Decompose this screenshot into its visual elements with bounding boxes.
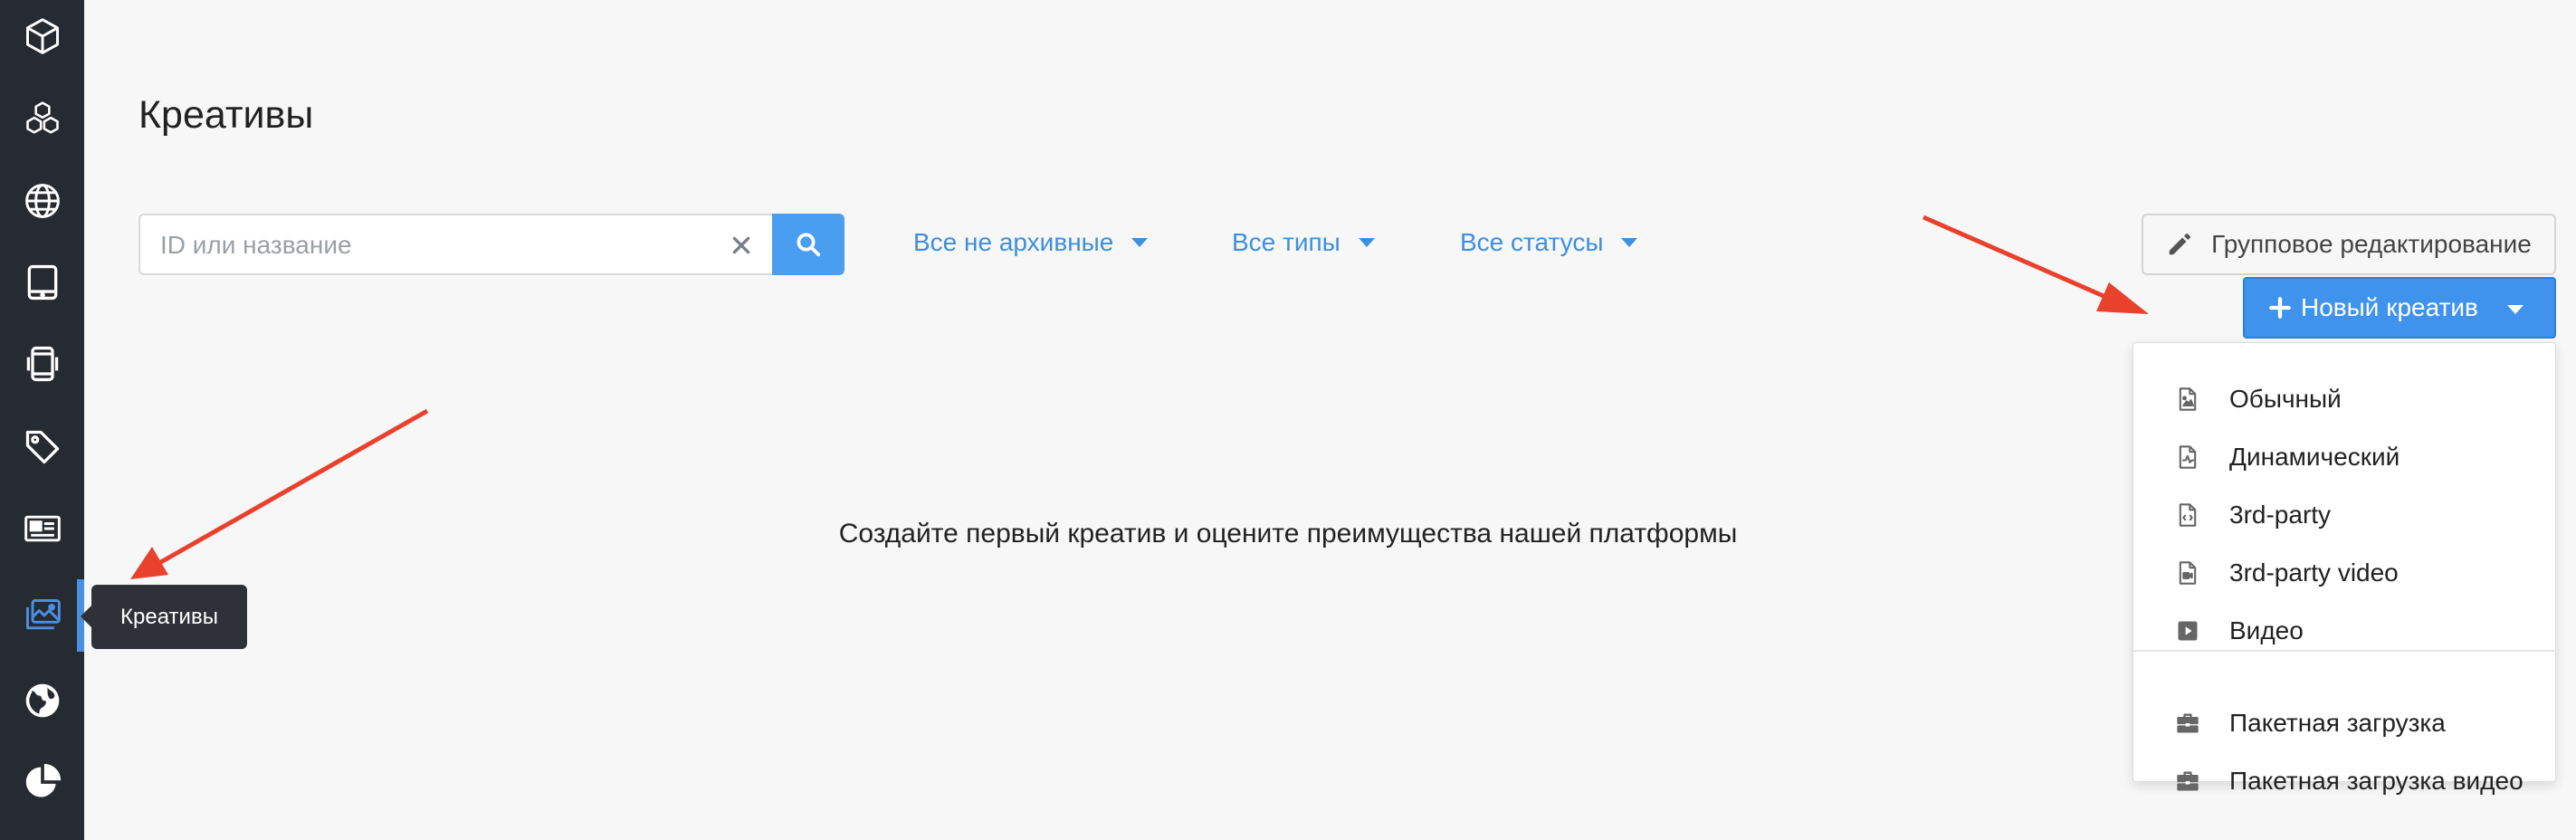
- chevron-down-icon: [1131, 238, 1149, 247]
- play-square-icon: [2178, 621, 2198, 641]
- nav-item-boxes[interactable]: [0, 83, 84, 156]
- filter-archive-label: Все не архивные: [913, 228, 1114, 256]
- nav-item-mobile[interactable]: [0, 328, 84, 400]
- new-creative-label: Новый креатив: [2301, 293, 2478, 321]
- tooltip-label: Креативы: [120, 604, 218, 629]
- search-input[interactable]: [158, 215, 705, 275]
- page-title: Креативы: [138, 93, 314, 137]
- bulk-edit-label: Групповое редактирование: [2211, 230, 2532, 258]
- pencil-icon: [2169, 234, 2191, 255]
- nav-item-box[interactable]: [0, 0, 84, 72]
- file-video-icon: [2179, 561, 2197, 585]
- menu-item-label: Динамический: [2229, 443, 2400, 471]
- briefcase-icon: [2177, 713, 2199, 733]
- tablet-icon: [27, 264, 57, 301]
- search-icon: [797, 233, 821, 257]
- arrow-to-new-creative: [1922, 215, 2149, 314]
- briefcase-icon: [2177, 771, 2199, 791]
- filter-archive[interactable]: Все не архивные: [913, 224, 1149, 261]
- nav-item-creatives[interactable]: [0, 579, 84, 652]
- menu-item-label: Обычный: [2229, 385, 2342, 413]
- menu-item-label: Видео: [2229, 616, 2304, 644]
- pie-chart-icon: [25, 763, 61, 797]
- chevron-down-icon: [1358, 238, 1375, 247]
- bulk-edit-button[interactable]: Групповое редактирование: [2142, 214, 2556, 275]
- file-dynamic-icon: [2179, 445, 2197, 469]
- nav-item-world[interactable]: [0, 664, 84, 737]
- filter-statuses-label: Все статусы: [1460, 228, 1604, 256]
- arrow-to-creatives-nav: [130, 408, 429, 579]
- chevron-down-icon[interactable]: [2507, 305, 2524, 314]
- menu-item-label: 3rd-party video: [2229, 558, 2399, 587]
- menu-item-3rd-party-video[interactable]: 3rd-party video: [2133, 548, 2555, 598]
- file-image-icon: [2179, 387, 2197, 411]
- menu-item-dynamic[interactable]: Динамический: [2133, 432, 2555, 482]
- menu-item-label: Пакетная загрузка видео: [2229, 767, 2524, 795]
- new-creative-menu: Обычный Динамический 3rd-party 3rd-party…: [2132, 342, 2556, 795]
- mobile-icon: [26, 346, 58, 382]
- chevron-down-icon: [1621, 238, 1638, 247]
- menu-item-video[interactable]: Видео: [2133, 606, 2555, 656]
- search-box: [138, 214, 772, 275]
- menu-item-batch-upload[interactable]: Пакетная загрузка: [2133, 698, 2555, 749]
- filter-statuses[interactable]: Все статусы: [1460, 224, 1638, 261]
- globe-icon: [24, 184, 60, 218]
- nav-item-stats[interactable]: [0, 746, 84, 818]
- filter-types-label: Все типы: [1232, 228, 1340, 256]
- sidebar-tooltip: Креативы: [81, 585, 247, 649]
- menu-item-batch-upload-video[interactable]: Пакетная загрузка видео: [2133, 756, 2555, 807]
- nav-item-tablet[interactable]: [0, 246, 84, 319]
- menu-divider: [2133, 650, 2555, 652]
- globe-earth-icon: [25, 683, 59, 718]
- images-icon: [25, 599, 61, 630]
- boxes-icon: [25, 101, 59, 134]
- box-icon: [25, 18, 59, 54]
- menu-item-label: Пакетная загрузка: [2229, 709, 2446, 737]
- empty-state-message: Создайте первый креатив и оцените преиму…: [838, 519, 1738, 549]
- menu-item-regular[interactable]: Обычный: [2133, 374, 2555, 425]
- new-creative-button[interactable]: Новый креатив: [2243, 277, 2556, 339]
- clear-icon[interactable]: [730, 234, 753, 257]
- tag-icon: [25, 430, 59, 464]
- nav-item-globe[interactable]: [0, 165, 84, 237]
- search-button[interactable]: [772, 214, 844, 275]
- sidebar: [0, 0, 84, 840]
- plus-icon: [2269, 297, 2291, 319]
- nav-item-tag[interactable]: [0, 411, 84, 483]
- filter-types[interactable]: Все типы: [1232, 224, 1375, 261]
